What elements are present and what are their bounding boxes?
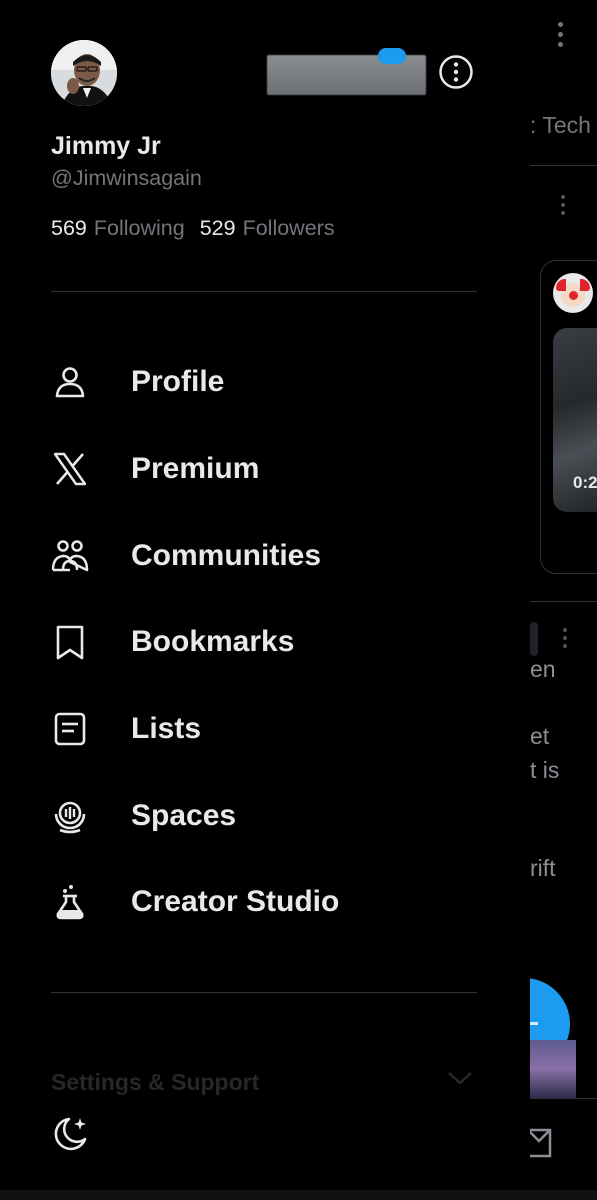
feed-more-icon[interactable] <box>550 22 570 58</box>
menu-item-label: Creator Studio <box>131 885 340 918</box>
bookmark-icon <box>50 622 90 662</box>
menu-item-communities[interactable]: Communities <box>50 521 490 591</box>
list-icon <box>50 709 90 749</box>
navigation-drawer: Jimmy Jr @Jimwinsagain 569 Following 529… <box>0 0 530 1190</box>
menu-item-label: Profile <box>131 365 225 398</box>
more-accounts-button[interactable] <box>438 54 474 90</box>
avatar[interactable] <box>51 40 117 106</box>
flask-icon <box>50 882 90 922</box>
feed-tab-label[interactable]: : Tech <box>530 112 591 139</box>
spaces-icon <box>50 796 90 836</box>
following-link[interactable]: 569 Following <box>51 216 185 241</box>
feed-text-snippet: en <box>530 656 556 682</box>
clown-avatar[interactable] <box>553 273 593 313</box>
settings-support-toggle[interactable]: Settings & Support <box>51 1062 477 1102</box>
account-badge <box>378 48 406 64</box>
user-handle: @Jimwinsagain <box>51 166 202 190</box>
feed-text-snippet: rift <box>530 855 556 881</box>
system-nav-strip <box>0 1190 597 1200</box>
person-icon <box>50 362 90 402</box>
followers-label: Followers <box>242 216 335 240</box>
menu-item-creator-studio[interactable]: Creator Studio <box>50 867 490 937</box>
x-logo-icon <box>50 449 90 489</box>
feed-divider <box>530 601 597 602</box>
media-strip <box>530 1040 576 1098</box>
moon-sparkle-icon <box>54 1117 87 1151</box>
chevron-down-icon <box>447 1070 473 1091</box>
menu-item-bookmarks[interactable]: Bookmarks <box>50 607 490 677</box>
followers-count: 529 <box>199 216 236 240</box>
menu-item-label: Spaces <box>131 799 237 832</box>
more-circle-icon <box>439 55 473 89</box>
menu-item-label: Communities <box>131 539 322 572</box>
feed-text-snippet: t is <box>530 757 560 783</box>
post-more-icon[interactable] <box>560 628 570 652</box>
menu-item-lists[interactable]: Lists <box>50 694 490 764</box>
followers-link[interactable]: 529 Followers <box>200 216 335 241</box>
plus-icon <box>530 1022 538 1025</box>
menu-item-label: Lists <box>131 712 202 745</box>
menu-item-spaces[interactable]: Spaces <box>50 781 490 851</box>
divider <box>51 291 477 292</box>
feed-text-snippet: et <box>530 723 550 749</box>
follow-stats: 569 Following 529 Followers <box>51 216 335 241</box>
following-count: 569 <box>51 216 87 240</box>
feed-pill <box>530 622 538 656</box>
theme-toggle-button[interactable] <box>49 1112 93 1156</box>
screen: : Tech 0:2 en et t is rift Jimmy Jr @Jim… <box>0 0 597 1200</box>
feed-divider <box>530 165 597 166</box>
menu-item-profile[interactable]: Profile <box>50 347 490 417</box>
menu-item-label: Bookmarks <box>131 625 295 658</box>
settings-label: Settings & Support <box>51 1068 260 1095</box>
user-display-name[interactable]: Jimmy Jr <box>51 132 161 161</box>
menu-item-label: Premium <box>131 452 260 485</box>
menu-item-premium[interactable]: Premium <box>50 434 490 504</box>
video-time: 0:2 <box>573 473 597 492</box>
post-more-icon[interactable] <box>557 195 569 219</box>
communities-icon <box>50 536 90 576</box>
divider <box>51 992 477 993</box>
following-label: Following <box>93 216 185 240</box>
